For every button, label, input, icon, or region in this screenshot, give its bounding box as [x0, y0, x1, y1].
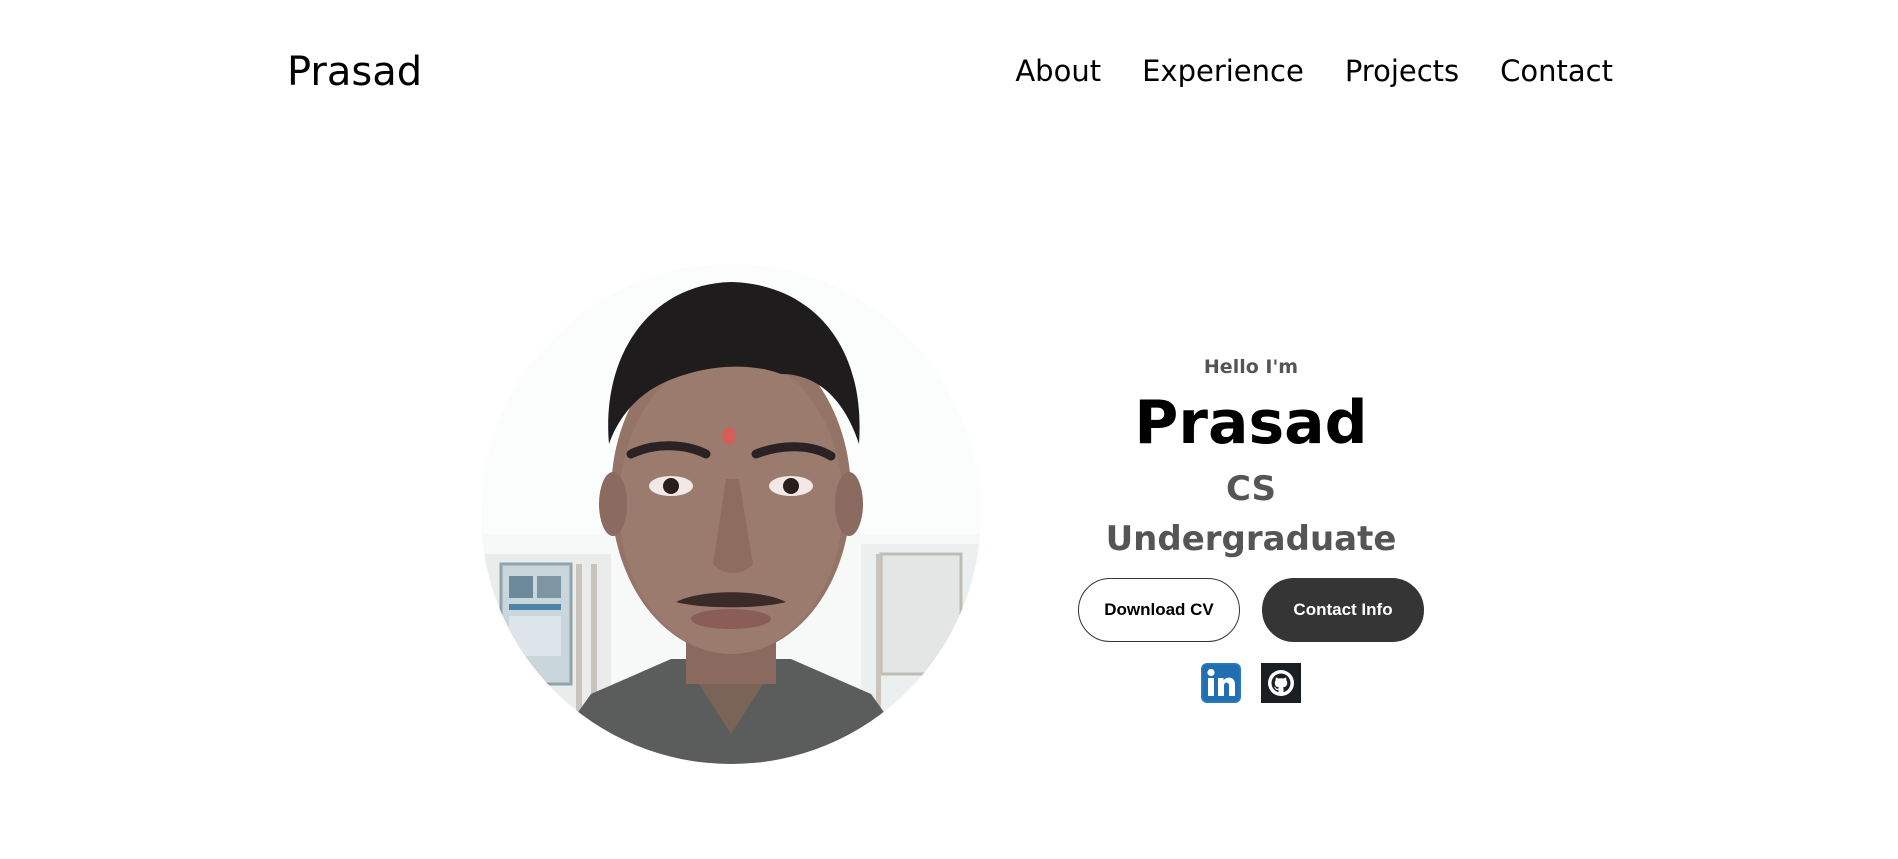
nav-item-about: About	[1015, 48, 1101, 94]
profile-text: Hello I'm Prasad CS Undergraduate Downlo…	[1076, 350, 1426, 703]
desktop-nav: Prasad About Experience Projects Contact	[0, 0, 1898, 140]
socials-container	[1076, 663, 1426, 703]
logo: Prasad	[287, 49, 423, 95]
nav-links: About Experience Projects Contact	[1015, 48, 1613, 94]
nav-link-projects[interactable]: Projects	[1345, 54, 1459, 88]
nav-link-contact[interactable]: Contact	[1500, 54, 1613, 88]
nav-item-contact: Contact	[1500, 48, 1613, 94]
nav-item-experience: Experience	[1142, 48, 1304, 94]
button-container: Download CV Contact Info	[1076, 578, 1426, 642]
hero-name: Prasad	[1134, 388, 1368, 458]
hero-role: CS Undergraduate	[1105, 469, 1397, 559]
contact-info-button[interactable]: Contact Info	[1262, 578, 1424, 642]
download-cv-button[interactable]: Download CV	[1078, 578, 1240, 642]
nav-link-experience[interactable]: Experience	[1142, 54, 1304, 88]
github-icon[interactable]	[1261, 663, 1301, 703]
nav-item-projects: Projects	[1345, 48, 1459, 94]
nav-link-about[interactable]: About	[1015, 54, 1101, 88]
profile-picture	[481, 264, 981, 764]
profile-photo-illustration	[481, 264, 981, 764]
linkedin-icon[interactable]	[1201, 663, 1241, 703]
greeting-text: Hello I'm	[1203, 356, 1299, 378]
